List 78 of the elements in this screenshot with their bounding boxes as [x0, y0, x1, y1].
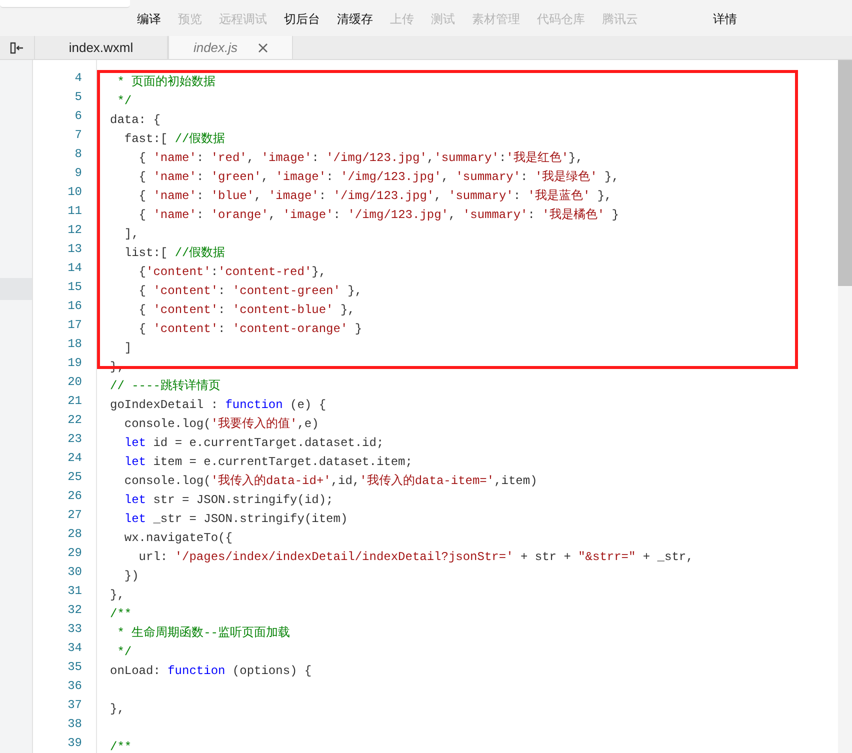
- code-line: // ----跳转详情页: [110, 379, 220, 393]
- code-line: /**: [110, 740, 132, 753]
- line-number: 12: [68, 222, 82, 239]
- code-line: {'content':'content-red'},: [138, 265, 326, 279]
- line-number: 31: [68, 583, 82, 600]
- line-number: 15: [68, 279, 82, 296]
- line-number: 9: [74, 165, 82, 182]
- code-line: * 生命周期函数--监听页面加载: [116, 626, 290, 640]
- line-number: 34: [68, 640, 82, 657]
- code-line: }): [123, 569, 139, 583]
- line-number: 22: [68, 412, 82, 429]
- line-number: 5: [74, 89, 82, 106]
- code-line: console.log('我传入的data-id+',id,'我传入的data-item=',item): [123, 474, 538, 488]
- scrollbar-thumb[interactable]: [838, 60, 852, 286]
- line-number: 10: [68, 184, 82, 201]
- line-number: 23: [68, 431, 82, 448]
- close-icon[interactable]: [258, 42, 268, 52]
- line-number: 33: [68, 621, 82, 638]
- toolbar-button[interactable]: 切后台: [280, 11, 324, 27]
- line-number: 14: [68, 260, 82, 277]
- code-line: ]: [123, 341, 132, 355]
- code-line: console.log('我要传入的值',e): [123, 417, 319, 431]
- code-line: { 'content': 'content-green' },: [138, 284, 362, 298]
- line-number: 25: [68, 469, 82, 486]
- code-line: list:[ //假数据: [123, 246, 226, 260]
- code-line: },: [110, 702, 124, 716]
- code-line: wx.navigateTo({: [123, 531, 232, 545]
- line-number: 35: [68, 659, 82, 676]
- line-number: 7: [74, 127, 82, 144]
- line-number: 29: [68, 545, 82, 562]
- code-line: */: [116, 645, 132, 659]
- line-number: 16: [68, 298, 82, 315]
- code-line: { 'name': 'orange', 'image': '/img/123.jpg', 'summary': '我是橘色' }: [138, 208, 619, 222]
- line-number: 28: [68, 526, 82, 543]
- toolbar-button[interactable]: 详情: [709, 11, 741, 27]
- line-number: 8: [74, 146, 82, 163]
- code-line: { 'name': 'green', 'image': '/img/123.jpg', 'summary': '我是绿色' },: [138, 170, 619, 184]
- toolbar-button[interactable]: 编译: [133, 11, 165, 27]
- code-line: let item = e.currentTarget.dataset.item;: [123, 455, 412, 469]
- code-line: goIndexDetail : function (e) {: [110, 398, 326, 412]
- code-line: { 'content': 'content-blue' },: [138, 303, 355, 317]
- line-number: 18: [68, 336, 82, 353]
- editor-tab[interactable]: index.js: [168, 36, 293, 59]
- line-number: 19: [68, 355, 82, 372]
- line-number: 20: [68, 374, 82, 391]
- toolbar-button[interactable]: 清缓存: [333, 11, 377, 27]
- line-number: 30: [68, 564, 82, 581]
- line-number: 27: [68, 507, 82, 524]
- line-number: 11: [68, 203, 82, 220]
- line-number: 39: [68, 735, 82, 752]
- code-line: { 'name': 'red', 'image': '/img/123.jpg','summary':'我是红色'},: [138, 151, 583, 165]
- sidebar-toggle-icon[interactable]: [10, 42, 24, 54]
- code-line: ],: [123, 227, 139, 241]
- editor-tab[interactable]: index.wxml: [34, 36, 168, 59]
- line-number: 32: [68, 602, 82, 619]
- line-number: 24: [68, 450, 82, 467]
- code-line: let id = e.currentTarget.dataset.id;: [123, 436, 384, 450]
- code-line: fast:[ //假数据: [123, 132, 226, 146]
- code-line: * 页面的初始数据: [116, 75, 216, 89]
- code-line: let _str = JSON.stringify(item): [123, 512, 348, 526]
- code-line: /**: [110, 607, 132, 621]
- line-number: 17: [68, 317, 82, 334]
- code-line: url: '/pages/index/indexDetail/indexDetail?jsonStr=' + str + "&strr=" + _str,: [138, 550, 694, 564]
- line-number: 36: [68, 678, 82, 695]
- code-line: { 'name': 'blue', 'image': '/img/123.jpg', 'summary': '我是蓝色' },: [138, 189, 612, 203]
- code-line: */: [116, 94, 132, 108]
- code-line: let str = JSON.stringify(id);: [123, 493, 334, 507]
- line-number: 26: [68, 488, 82, 505]
- line-number: 13: [68, 241, 82, 258]
- line-number: 21: [68, 393, 82, 410]
- line-number: 37: [68, 697, 82, 714]
- code-line: onLoad: function (options) {: [110, 664, 312, 678]
- code-line: { 'content': 'content-orange' }: [138, 322, 362, 336]
- line-number: 4: [74, 70, 82, 87]
- code-line: },: [110, 588, 124, 602]
- line-number: 6: [74, 108, 82, 125]
- code-line: data: {: [110, 113, 160, 127]
- line-number: 38: [68, 716, 82, 733]
